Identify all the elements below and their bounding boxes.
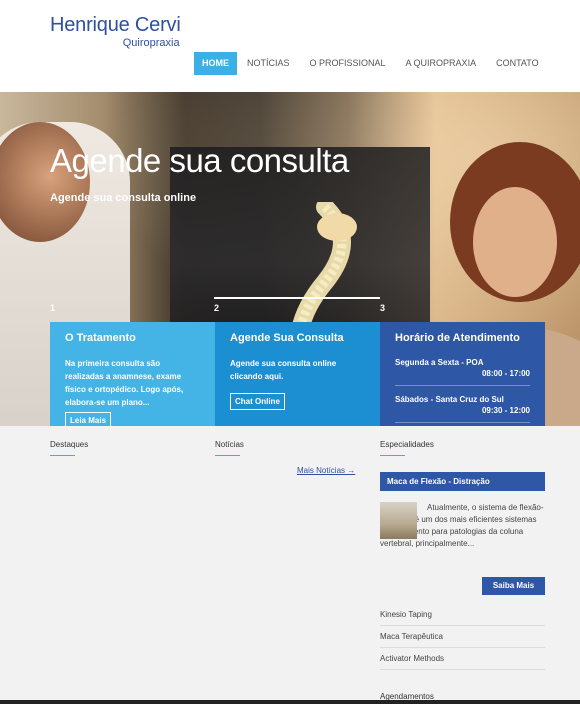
noticias-heading: Notícias	[215, 440, 244, 449]
especialidades-underline	[380, 455, 405, 456]
bottom-edge	[0, 700, 580, 704]
site-header: Henrique Cervi Quiropraxia HOME NOTÍCIAS…	[0, 0, 580, 92]
hours-row: Segunda a Sexta - POA 08:00 - 17:00	[395, 357, 530, 386]
horario-title: Horário de Atendimento	[395, 332, 520, 344]
doctor-head-image	[0, 122, 90, 242]
slide-1-button[interactable]: 1	[50, 303, 55, 313]
list-item[interactable]: Maca Terapêutica	[380, 626, 545, 648]
slide-2-button[interactable]: 2	[214, 303, 219, 313]
main-nav: HOME NOTÍCIAS O PROFISSIONAL A QUIROPRAX…	[194, 52, 549, 75]
list-item[interactable]: Activator Methods	[380, 648, 545, 670]
slide-progress-bar	[214, 297, 380, 299]
consulta-box: Agende Sua Consulta Agende sua consulta …	[215, 322, 380, 426]
featured-specialty-title[interactable]: Maca de Flexão - Distração	[380, 472, 545, 491]
hours-time: 08:00 - 17:00	[481, 369, 530, 378]
hours-days: Sábados - Santa Cruz do Sul	[395, 395, 504, 404]
tratamento-box: O Tratamento Na primeira consulta são re…	[50, 322, 215, 426]
nav-noticias[interactable]: NOTÍCIAS	[237, 52, 300, 75]
nav-quiropraxia[interactable]: A QUIROPRAXIA	[396, 52, 487, 75]
info-boxes: O Tratamento Na primeira consulta são re…	[50, 322, 545, 426]
specialty-list: Kinesio Taping Maca Terapêutica Activato…	[380, 604, 545, 670]
featured-specialty-thumbnail	[380, 502, 417, 539]
logo-subtitle: Quiropraxia	[122, 37, 180, 49]
list-item[interactable]: Kinesio Taping	[380, 604, 545, 626]
tratamento-title: O Tratamento	[65, 332, 136, 344]
consulta-title: Agende Sua Consulta	[230, 332, 344, 344]
logo-name: Henrique Cervi	[50, 14, 181, 36]
nav-profissional[interactable]: O PROFISSIONAL	[300, 52, 396, 75]
mais-noticias-link[interactable]: Mais Notícias →	[297, 466, 355, 475]
destaques-heading: Destaques	[50, 440, 89, 449]
noticias-underline	[215, 455, 240, 456]
chat-online-button[interactable]: Chat Online	[230, 393, 285, 410]
slide-3-button[interactable]: 3	[380, 303, 385, 313]
horario-box: Horário de Atendimento Segunda a Sexta -…	[380, 322, 545, 426]
hours-days: Segunda a Sexta - POA	[395, 358, 484, 367]
hero-title: Agende sua consulta	[50, 142, 349, 179]
hero-subtitle: Agende sua consulta online	[50, 192, 197, 204]
hours-time: 09:30 - 12:00	[481, 406, 530, 415]
especialidades-heading: Especialidades	[380, 440, 434, 449]
saiba-mais-button[interactable]: Saiba Mais	[482, 577, 545, 595]
leia-mais-button[interactable]: Leia Mais	[65, 412, 112, 426]
tratamento-text: Na primeira consulta são realizadas a an…	[65, 359, 184, 407]
destaques-underline	[50, 455, 75, 456]
nav-contato[interactable]: CONTATO	[486, 52, 549, 75]
hours-row: Sábados - Santa Cruz do Sul 09:30 - 12:0…	[395, 394, 530, 423]
site-logo[interactable]: Henrique Cervi Quiropraxia	[50, 14, 181, 49]
nav-home[interactable]: HOME	[194, 52, 237, 75]
consulta-text: Agende sua consulta online clicando aqui…	[230, 359, 337, 381]
